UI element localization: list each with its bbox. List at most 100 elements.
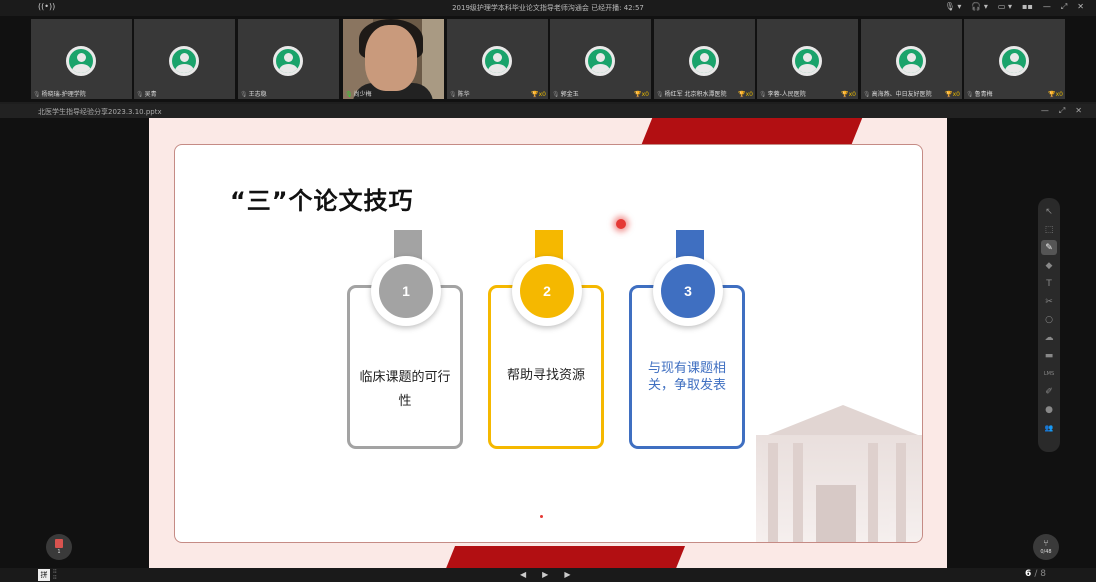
participant-tile[interactable]: 🎙鲁青梅 🏆x0 (964, 19, 1065, 99)
current-page: 6 (1024, 569, 1032, 579)
default-avatar-icon (689, 46, 719, 76)
speaker-menu-button[interactable]: 🎧 ▾ (971, 2, 988, 12)
laser-pointer-dot (616, 219, 626, 229)
participant-tile[interactable]: 🎙李蓉-人民医院 🏆x0 (757, 19, 858, 99)
participant-name: 尚少梅 (353, 91, 372, 98)
trophy-count: 🏆x0 (1048, 91, 1063, 98)
tip-number: 1 (379, 264, 433, 318)
select-icon[interactable]: ⬚ (1041, 222, 1057, 237)
microphone-muted-icon: 🎙 (759, 91, 767, 98)
close-button[interactable]: ✕ (1077, 2, 1084, 12)
minimize-button[interactable]: — (1043, 2, 1051, 12)
play-button[interactable]: ▶ (542, 570, 548, 579)
box-icon[interactable]: ▬ (1041, 348, 1057, 363)
share-fullscreen-button[interactable]: ⤢ (1059, 106, 1065, 116)
microphone-muted-icon: 🎙 (449, 91, 457, 98)
trophy-count: 🏆x0 (738, 91, 753, 98)
presentation-stage: “三”个论文技巧 1 临床课题的可行性 2 帮助寻找资源 3 与现有课题相关，争… (0, 118, 1096, 568)
share-close-button[interactable]: ✕ (1075, 106, 1082, 116)
pen-icon[interactable]: ✎ (1041, 240, 1057, 255)
trophy-count: 🏆x0 (531, 91, 546, 98)
participant-name: 杨晓瑞-护理学院 (41, 91, 86, 98)
default-avatar-icon (896, 46, 926, 76)
trophy-count: 🏆x0 (634, 91, 649, 98)
previous-slide-button[interactable]: ◀ (520, 570, 526, 579)
tip-number-badge: 3 (653, 256, 723, 326)
participant-name: 王志稳 (248, 91, 267, 98)
layout-grid-button[interactable]: ▪▪ (1022, 2, 1033, 12)
presentation-slide[interactable]: “三”个论文技巧 1 临床课题的可行性 2 帮助寻找资源 3 与现有课题相关，争… (149, 118, 947, 568)
seat-count-badge[interactable]: ⑂ 0/48 (1033, 534, 1059, 560)
pointer-icon[interactable]: ↖ (1041, 204, 1057, 219)
shape-icon[interactable]: ○ (1041, 312, 1057, 327)
participant-name: 鲁青梅 (974, 91, 993, 98)
participant-tile[interactable]: 🎙郭金玉 🏆x0 (550, 19, 651, 99)
users-icon[interactable]: 👥 (1041, 420, 1057, 435)
playback-control-bar: 拼 ⁝⁝ ⁝⁝ ◀ ▶ ▶ 6 / 8 (0, 568, 1096, 582)
participant-tile[interactable]: 🎙王志稳 (238, 19, 339, 99)
total-pages: / 8 (1034, 569, 1046, 579)
participant-tile[interactable]: 🎙杨晓瑞-护理学院 (31, 19, 132, 99)
participant-tile[interactable]: 🎙吴青 (134, 19, 235, 99)
default-avatar-icon (585, 46, 615, 76)
eraser-icon[interactable]: ◆ (1041, 258, 1057, 273)
default-avatar-icon (169, 46, 199, 76)
slide-navigation: ◀ ▶ ▶ (520, 570, 570, 579)
document-icon (55, 539, 63, 548)
participant-name: 吴青 (144, 91, 157, 98)
input-method-options-icon[interactable]: ⁝⁝ ⁝⁝ (53, 569, 57, 581)
next-slide-button[interactable]: ▶ (564, 570, 570, 579)
fullscreen-button[interactable]: ⤢ (1061, 2, 1067, 12)
tip-number: 2 (520, 264, 574, 318)
shared-file-name: 北医学生指导经验分享2023.3.10.pptx (38, 108, 162, 116)
participant-video-strip: 🎙杨晓瑞-护理学院 🎙吴青 🎙王志稳 🎙尚少梅 🎙陈华 🏆x0 🎙郭金玉 🏆x0… (0, 16, 1096, 102)
tip-card-1: 1 临床课题的可行性 (347, 230, 463, 449)
input-method-indicator[interactable]: 拼 (38, 569, 50, 581)
shared-file-bar: 北医学生指导经验分享2023.3.10.pptx — ⤢ ✕ (0, 104, 1096, 118)
microphone-menu-button[interactable]: 🎙 ▾ (945, 2, 962, 12)
campus-building-watermark (748, 395, 922, 542)
document-page-badge[interactable]: 1 (46, 534, 72, 560)
text-icon[interactable]: T (1041, 276, 1057, 291)
tip-card-3: 3 与现有课题相关，争取发表 (629, 230, 745, 449)
participant-tile[interactable]: 🎙杨红军 北京积水潭医院 🏆x0 (654, 19, 755, 99)
tip-number-badge: 1 (371, 256, 441, 326)
tip-text: 临床课题的可行性 (359, 370, 451, 409)
edit-icon[interactable]: ✐ (1041, 384, 1057, 399)
chat-icon[interactable]: ● (1041, 402, 1057, 417)
seat-icon: ⑂ (1043, 538, 1049, 549)
microphone-muted-icon: 🎙 (33, 91, 41, 98)
tip-card-2: 2 帮助寻找资源 (488, 230, 604, 449)
window-controls: 🎙 ▾ 🎧 ▾ ▭ ▾ ▪▪ — ⤢ ✕ (945, 2, 1084, 12)
slide-content-card: “三”个论文技巧 1 临床课题的可行性 2 帮助寻找资源 3 与现有课题相关，争… (174, 144, 923, 543)
camera-menu-button[interactable]: ▭ ▾ (998, 2, 1012, 12)
default-avatar-icon (273, 46, 303, 76)
seat-count: 0/48 (1040, 548, 1052, 555)
trophy-count: 🏆x0 (945, 91, 960, 98)
window-title-bar: ((•)) 2019级护理学本科毕业论文指导老师沟通会 已经开播: 42:57 … (0, 0, 1096, 16)
tip-text: 与现有课题相关，争取发表 (647, 361, 726, 393)
microphone-active-icon: 🎙 (345, 91, 353, 98)
participant-video-tile[interactable]: 🎙尚少梅 (343, 19, 444, 99)
share-window-controls: — ⤢ ✕ (1041, 106, 1082, 116)
default-avatar-icon (482, 46, 512, 76)
tip-text: 帮助寻找资源 (506, 368, 585, 383)
annotation-toolbar: ↖ ⬚ ✎ ◆ T ✂ ○ ☁ ▬ LMS ✐ ● 👥 (1038, 198, 1060, 452)
share-minimize-button[interactable]: — (1041, 106, 1049, 116)
default-avatar-icon (999, 46, 1029, 76)
scissors-icon[interactable]: ✂ (1041, 294, 1057, 309)
decorative-stripe-top (641, 118, 867, 144)
participant-tile[interactable]: 🎙陈华 🏆x0 (447, 19, 548, 99)
microphone-muted-icon: 🎙 (136, 91, 144, 98)
participant-name: 陈华 (457, 91, 470, 98)
microphone-muted-icon: 🎙 (240, 91, 248, 98)
participant-tile[interactable]: 🎙高海燕、中日友好医院 🏆x0 (861, 19, 962, 99)
microphone-muted-icon: 🎙 (966, 91, 974, 98)
default-avatar-icon (792, 46, 822, 76)
default-avatar-icon (66, 46, 96, 76)
lms-icon[interactable]: LMS (1041, 366, 1057, 381)
slide-page-indicator: 6 / 8 (1025, 569, 1046, 579)
microphone-muted-icon: 🎙 (863, 91, 871, 98)
participant-name: 杨红军 北京积水潭医院 (664, 91, 727, 98)
cloud-icon[interactable]: ☁ (1041, 330, 1057, 345)
